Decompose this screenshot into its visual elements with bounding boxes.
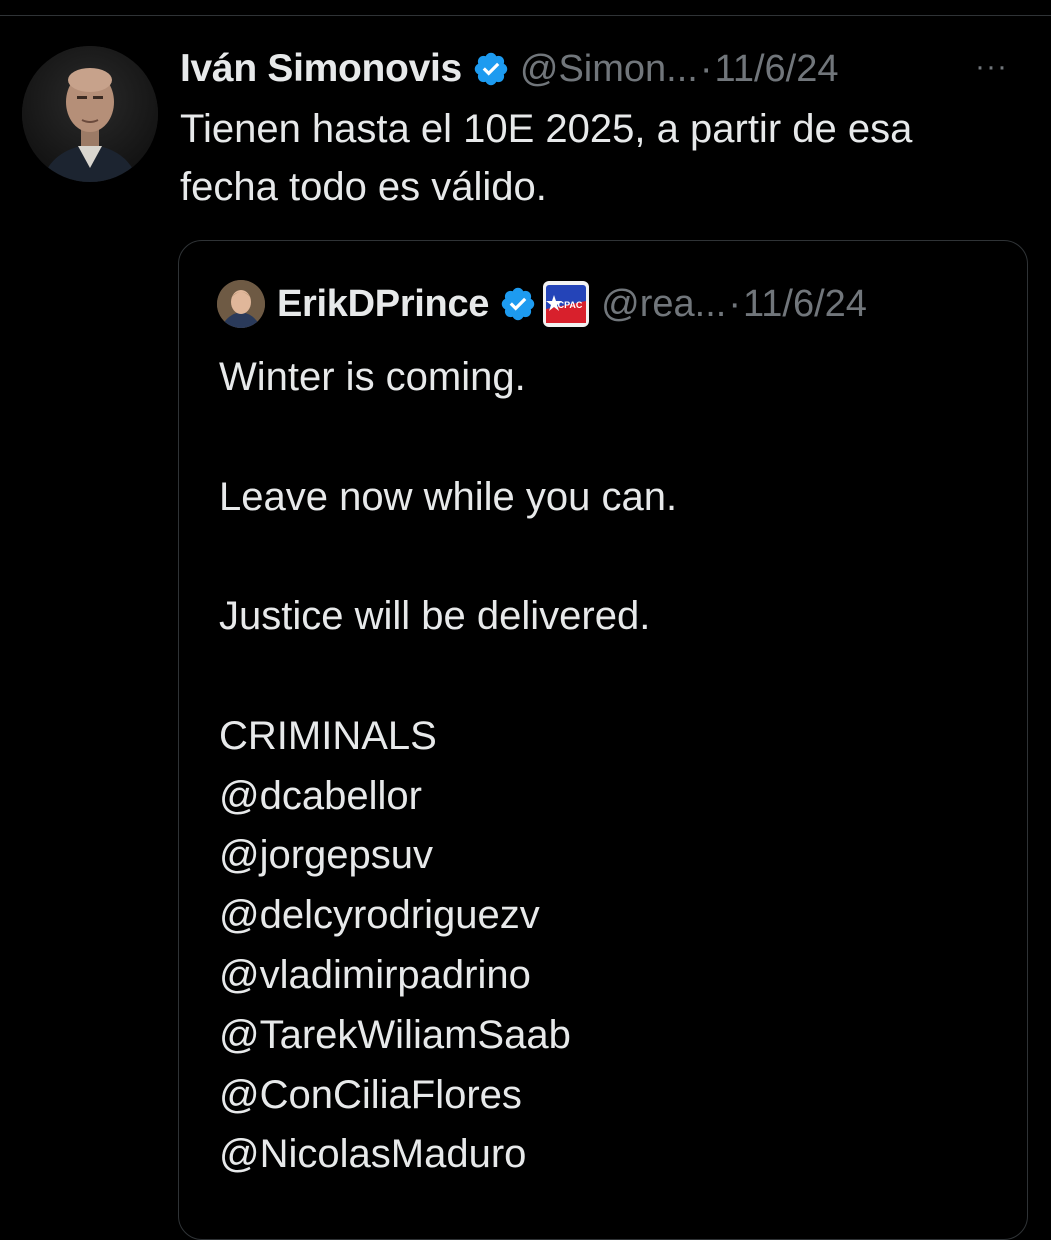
quoted-tweet-header: ErikDPrince CPAC @rea... · 11/6/24 <box>217 279 1007 329</box>
quoted-tweet-text: Winter is coming. Leave now while you ca… <box>219 355 678 1177</box>
author-avatar-image <box>22 46 158 182</box>
quoted-author-avatar <box>217 280 265 328</box>
quoted-verified-badge-icon <box>501 287 535 321</box>
author-avatar[interactable] <box>22 46 158 182</box>
quoted-author-avatar-image <box>217 280 265 328</box>
author-handle[interactable]: @Simon... <box>520 48 698 91</box>
more-options-icon[interactable]: ··· <box>975 52 1008 82</box>
quoted-separator-dot: · <box>728 282 741 325</box>
cpac-badge-text: CPAC <box>558 300 583 310</box>
top-divider <box>0 15 1051 16</box>
author-name[interactable]: Iván Simonovis <box>180 47 462 91</box>
tweet-header: Iván Simonovis @Simon... · 11/6/24 ··· <box>180 42 1030 96</box>
verified-badge-icon <box>474 52 508 86</box>
quoted-tweet-timestamp[interactable]: 11/6/24 <box>743 283 867 326</box>
cpac-affiliate-icon: CPAC <box>543 281 590 327</box>
tweet-text: Tienen hasta el 10E 2025, a partir de es… <box>180 107 913 209</box>
quoted-author-handle[interactable]: @rea... <box>601 283 726 326</box>
quoted-tweet-card[interactable]: ErikDPrince CPAC @rea... · 11/6/24 Winte… <box>178 240 1028 1240</box>
tweet-timestamp[interactable]: 11/6/24 <box>715 48 839 91</box>
separator-dot: · <box>699 47 713 90</box>
quoted-author-name[interactable]: ErikDPrince <box>277 283 489 326</box>
